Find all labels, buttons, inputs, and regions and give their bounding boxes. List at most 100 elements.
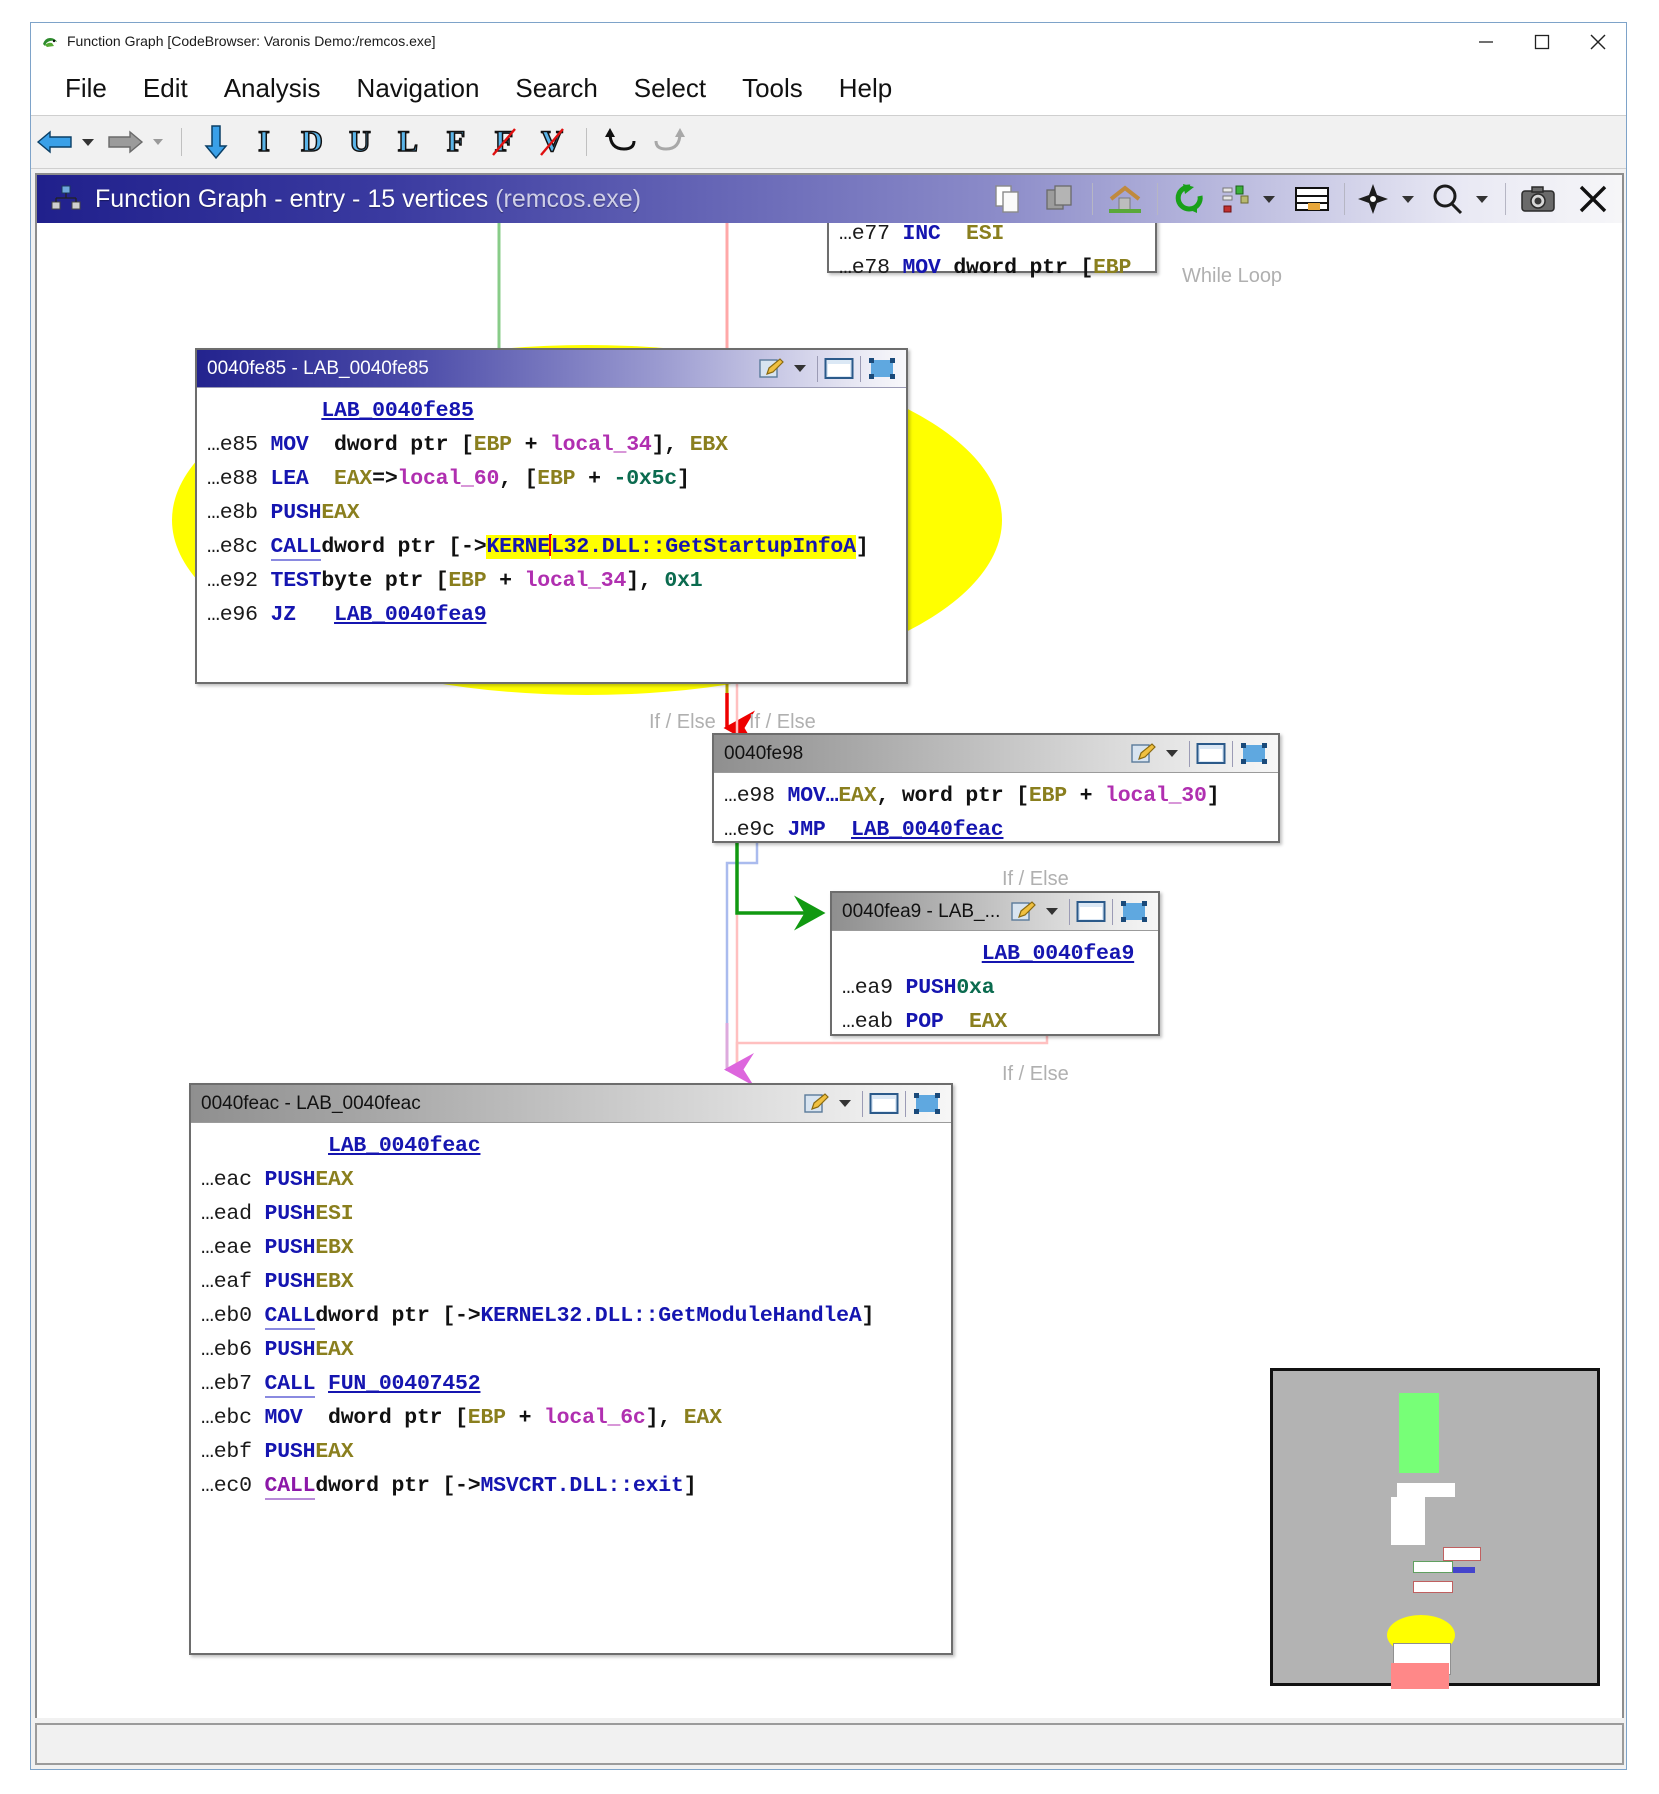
main-toolbar: I D U L F F V <box>31 116 1626 169</box>
redo-button[interactable] <box>645 122 693 162</box>
vertex-header-0040fe85[interactable]: 0040fe85 - LAB_0040fe85 <box>197 350 906 388</box>
edge-label-if-else-c: If / Else <box>1002 868 1069 890</box>
full-view-icon[interactable] <box>821 352 857 386</box>
stack-copy-icon[interactable] <box>1034 177 1086 221</box>
copy-icon[interactable] <box>982 177 1034 221</box>
vertex-body-0040fe98: …e98 MOV…EAX, word ptr [EBP + local_30] … <box>714 773 1278 855</box>
letter-d-icon: D <box>300 125 323 158</box>
magnifier-icon[interactable] <box>1425 177 1469 221</box>
function-graph-canvas[interactable]: …e77 INC ESI …e78 MOV dword ptr [EBP Whi… <box>37 223 1622 1718</box>
edit-icon[interactable] <box>754 352 790 386</box>
vertex-0040fea9[interactable]: 0040fea9 - LAB_... LAB_0040fea9 …ea9 PUS… <box>830 891 1160 1036</box>
full-view-icon[interactable] <box>1193 737 1229 771</box>
code-line-label: LAB_0040feac <box>328 1134 481 1158</box>
refresh-icon[interactable] <box>1164 177 1216 221</box>
code-line: …eaf PUSHEBX <box>201 1270 354 1294</box>
toolbar-separator <box>1344 183 1345 215</box>
layout-dropdown[interactable] <box>1256 177 1286 221</box>
toggle-undefined-button[interactable]: U <box>336 122 384 162</box>
back-dropdown[interactable] <box>79 122 101 162</box>
window-title: Function Graph [CodeBrowser: Varonis Dem… <box>67 33 436 49</box>
back-button[interactable] <box>31 122 79 162</box>
minimap-block <box>1395 1623 1447 1645</box>
edit-dropdown[interactable] <box>1162 737 1186 771</box>
edit-icon[interactable] <box>1006 895 1042 929</box>
menu-item-navigation[interactable]: Navigation <box>339 73 498 104</box>
menu-item-help[interactable]: Help <box>821 73 910 104</box>
code-line: …ebc MOV dword ptr [EBP + local_6c], EAX <box>201 1406 722 1430</box>
compass-icon[interactable] <box>1351 177 1395 221</box>
graph-minimap[interactable] <box>1270 1368 1600 1689</box>
chevron-down-icon <box>1263 195 1275 203</box>
vertex-0040fe77[interactable]: …e77 INC ESI …e78 MOV dword ptr [EBP <box>827 223 1157 280</box>
edit-dropdown[interactable] <box>1042 895 1066 929</box>
go-to-next-button[interactable] <box>192 122 240 162</box>
menu-item-analysis[interactable]: Analysis <box>206 73 339 104</box>
vertex-header-0040fe98[interactable]: 0040fe98 <box>714 735 1278 773</box>
toggle-function-button[interactable]: F <box>432 122 480 162</box>
vertex-title: 0040fe85 - LAB_0040fe85 <box>207 357 429 379</box>
toggle-no-vertex-button[interactable]: V <box>528 122 576 162</box>
maximize-icon[interactable] <box>1514 23 1570 61</box>
toggle-instruction-button[interactable]: I <box>240 122 288 162</box>
toggle-no-function-button[interactable]: F <box>480 122 528 162</box>
function-graph-title-main: Function Graph - entry - 15 vertices <box>95 184 489 213</box>
code-line: …e8c CALLdword ptr [->KERNEL32.DLL::GetS… <box>207 534 869 561</box>
edit-icon[interactable] <box>1126 737 1162 771</box>
code-line: …e9c JMP LAB_0040feac <box>724 818 1004 842</box>
edit-dropdown[interactable] <box>835 1087 859 1121</box>
maximize-vertex-icon[interactable] <box>1116 895 1152 929</box>
edit-dropdown[interactable] <box>790 352 814 386</box>
toolbar-separator <box>1157 183 1158 215</box>
home-icon[interactable] <box>1099 177 1151 221</box>
vertex-header-0040feac[interactable]: 0040feac - LAB_0040feac <box>191 1085 951 1123</box>
toggle-label-button[interactable]: L <box>384 122 432 162</box>
close-icon[interactable] <box>1570 23 1626 61</box>
minimap-block <box>1413 1561 1453 1573</box>
code-line: …e78 MOV dword ptr [EBP <box>839 256 1132 280</box>
maximize-vertex-icon[interactable] <box>1236 737 1272 771</box>
menu-item-tools[interactable]: Tools <box>724 73 821 104</box>
full-view-icon[interactable] <box>866 1087 902 1121</box>
header-separator <box>1189 740 1190 767</box>
menu-item-file[interactable]: File <box>47 73 125 104</box>
full-view-icon[interactable] <box>1073 895 1109 929</box>
code-line: …eb6 PUSHEAX <box>201 1338 354 1362</box>
vertex-title: 0040feac - LAB_0040feac <box>201 1092 421 1114</box>
vertex-body-0040fe85: LAB_0040fe85 …e85 MOV dword ptr [EBP + l… <box>197 388 906 640</box>
menu-item-select[interactable]: Select <box>616 73 724 104</box>
zoom-dropdown[interactable] <box>1469 177 1499 221</box>
function-graph-title-file: (remcos.exe) <box>495 184 642 213</box>
toggle-data-button[interactable]: D <box>288 122 336 162</box>
vertex-0040fe85[interactable]: 0040fe85 - LAB_0040fe85 LAB_0040fe85 …e8… <box>195 348 908 684</box>
forward-button[interactable] <box>101 122 149 162</box>
vertex-0040feac[interactable]: 0040feac - LAB_0040feac LAB_0040feac …ea… <box>189 1083 953 1655</box>
menu-item-edit[interactable]: Edit <box>125 73 206 104</box>
layout-icon[interactable] <box>1216 177 1256 221</box>
code-line: …e96 JZ LAB_0040fea9 <box>207 603 487 627</box>
code-line: …eac PUSHEAX <box>201 1168 354 1192</box>
menu-item-search[interactable]: Search <box>497 73 615 104</box>
close-x-icon[interactable] <box>1564 177 1622 221</box>
vertex-header-0040fea9[interactable]: 0040fea9 - LAB_... <box>832 893 1158 931</box>
letter-u-icon: U <box>348 125 371 158</box>
minimize-icon[interactable] <box>1458 23 1514 61</box>
header-separator <box>817 355 818 382</box>
toolbar-separator <box>181 128 182 156</box>
camera-icon[interactable] <box>1512 177 1564 221</box>
table-icon[interactable] <box>1286 177 1338 221</box>
toolbar-separator <box>586 128 587 156</box>
edit-icon[interactable] <box>799 1087 835 1121</box>
maximize-vertex-icon[interactable] <box>909 1087 945 1121</box>
maximize-vertex-icon[interactable] <box>864 352 900 386</box>
vertex-0040fe98[interactable]: 0040fe98 …e98 MOV…EAX, word ptr [EBP + l… <box>712 733 1280 843</box>
navigate-dropdown[interactable] <box>1395 177 1425 221</box>
undo-button[interactable] <box>597 122 645 162</box>
edge-label-if-else-a: If / Else <box>649 711 716 733</box>
code-line: …e85 MOV dword ptr [EBP + local_34], EBX <box>207 433 728 457</box>
forward-dropdown[interactable] <box>149 122 171 162</box>
header-separator <box>1112 898 1113 925</box>
letter-i-icon: I <box>257 125 270 158</box>
function-graph-title: Function Graph - entry - 15 vertices (re… <box>95 185 641 214</box>
vertex-title: 0040fea9 - LAB_... <box>842 900 1001 922</box>
